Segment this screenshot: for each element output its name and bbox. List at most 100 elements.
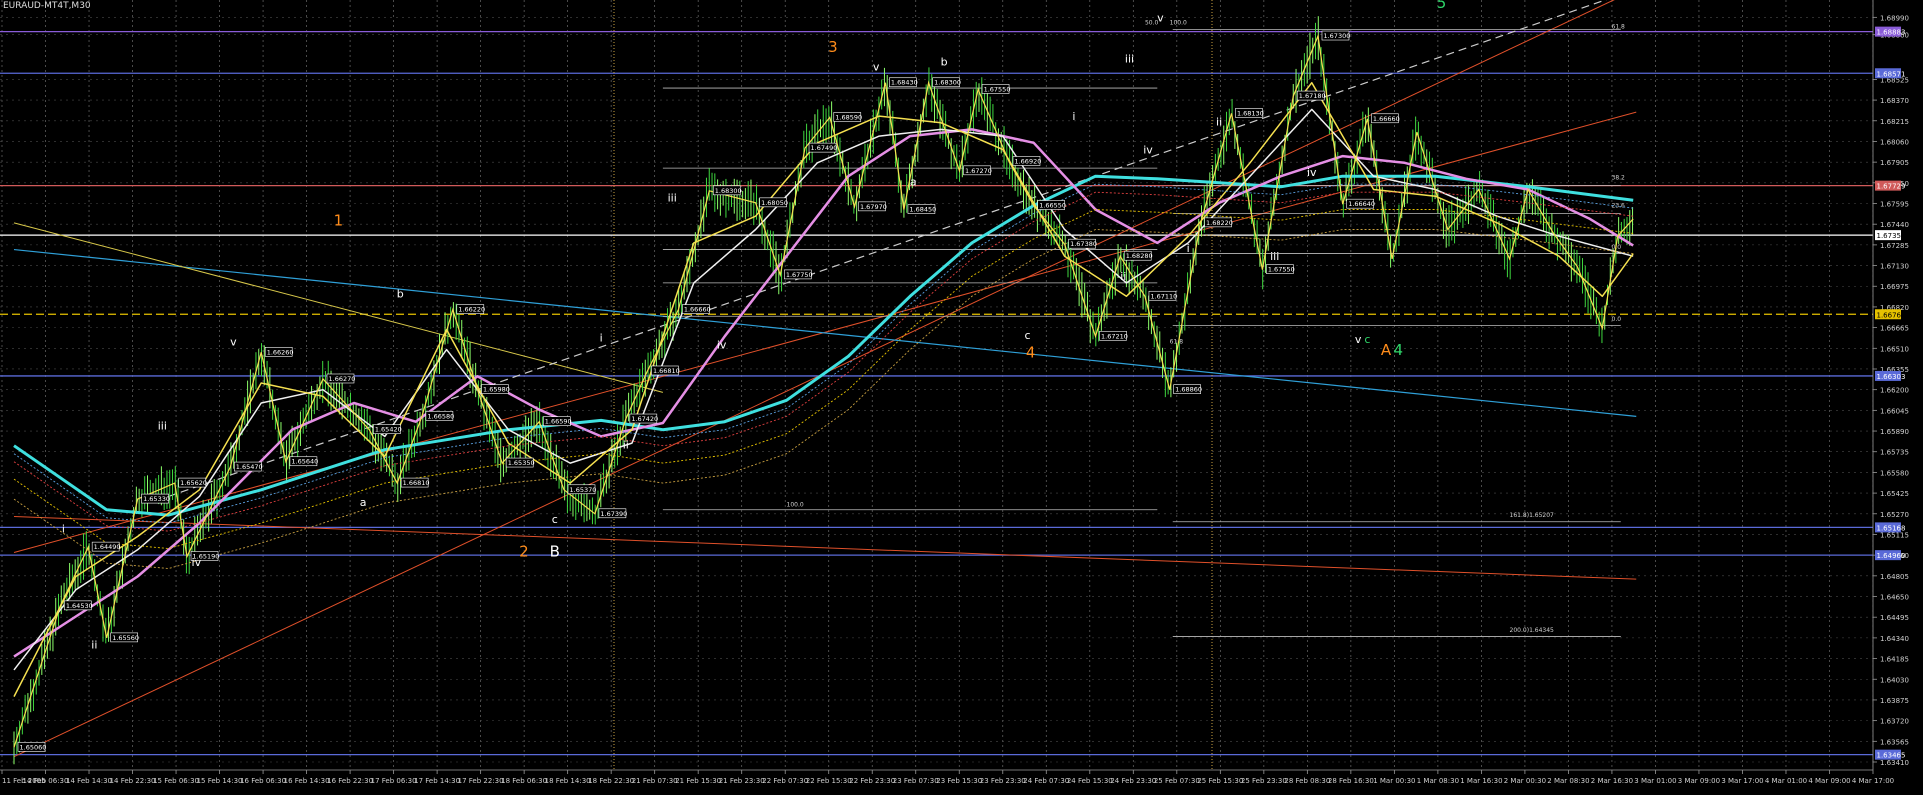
price-box-label: 1.65980 xyxy=(483,386,510,394)
wave-label: 5 xyxy=(1437,0,1447,12)
time-tick-label: 17 Feb 22:30 xyxy=(458,777,504,785)
time-tick-label: 16 Feb 14:30 xyxy=(284,777,330,785)
price-box-label: 1.67210 xyxy=(1101,332,1128,340)
price-tick-label: 1.64185 xyxy=(1880,656,1909,664)
price-box-label: 1.66260 xyxy=(267,348,294,356)
wave-label: c xyxy=(1024,329,1030,342)
wave-label: iii xyxy=(1125,53,1134,66)
price-tick-label: 1.63875 xyxy=(1880,697,1909,705)
price-tick-label: 1.68215 xyxy=(1880,118,1909,126)
time-tick-label: 28 Feb 08:30 xyxy=(1284,777,1330,785)
price-box: 1.64530 xyxy=(64,600,93,611)
price-box: 1.66550 xyxy=(1037,200,1066,210)
price-box-label: 1.67490 xyxy=(811,144,838,152)
price-tick-label: 1.68370 xyxy=(1880,97,1909,105)
price-box: 1.65620 xyxy=(178,477,207,488)
price-box: 1.68300 xyxy=(712,185,742,196)
price-box-label: 1.66590 xyxy=(545,418,572,426)
time-tick-label: 22 Feb 15:30 xyxy=(806,777,852,785)
price-box: 1.68590 xyxy=(833,112,862,122)
price-box: 1.67270 xyxy=(963,165,992,176)
time-axis: 11 Feb 200514 Feb 06:3014 Feb 14:3014 Fe… xyxy=(0,769,1923,795)
price-tick-label: 1.67595 xyxy=(1880,201,1909,209)
time-tick-label: 21 Feb 07:30 xyxy=(632,777,678,785)
price-box-label: 1.66550 xyxy=(1039,202,1066,210)
time-tick-label: 23 Feb 15:30 xyxy=(936,777,982,785)
wave-label: 5 xyxy=(1171,0,1181,4)
price-box-label: 1.65560 xyxy=(112,634,139,642)
price-box-label: 1.65330 xyxy=(143,495,170,503)
price-box-label: 1.68050 xyxy=(761,199,788,207)
price-box-label: 1.67550 xyxy=(984,85,1011,93)
price-box-label: 1.65420 xyxy=(375,426,402,434)
price-box: 1.65420 xyxy=(373,424,402,435)
time-tick-label: 2 Mar 08:30 xyxy=(1547,777,1589,785)
price-box: 1.67380 xyxy=(1068,238,1097,249)
wave-label: v xyxy=(873,61,880,74)
price-box-label: 1.67970 xyxy=(860,203,887,211)
price-badge-label: 1.64960 xyxy=(1877,552,1906,560)
price-tick-label: 1.65425 xyxy=(1880,490,1909,498)
wave-label: A xyxy=(1381,341,1392,359)
wave-label: ii xyxy=(1216,115,1222,128)
price-tick-label: 1.64340 xyxy=(1880,635,1909,643)
price-box-label: 1.66660 xyxy=(1373,115,1400,123)
time-tick-label: 1 Mar 08:30 xyxy=(1417,777,1459,785)
price-box: 1.68860 xyxy=(1173,384,1202,394)
price-box: 1.66810 xyxy=(400,477,430,488)
time-tick-label: 24 Feb 07:30 xyxy=(1023,777,1069,785)
price-tick-label: 1.67285 xyxy=(1880,242,1909,250)
time-tick-label: 4 Mar 09:00 xyxy=(1808,777,1850,785)
time-tick-label: 25 Feb 23:30 xyxy=(1241,777,1287,785)
wave-label: iv xyxy=(1143,143,1153,156)
time-tick-label: 2 Mar 16:30 xyxy=(1591,777,1633,785)
wave-label: 4 xyxy=(1026,344,1036,362)
price-box: 1.68220 xyxy=(1204,217,1233,228)
price-chart[interactable]: 100.061.850.038.223.60.00.061.8100.0161.… xyxy=(0,0,1923,795)
price-badge-label: 1.67358 xyxy=(1877,232,1906,240)
price-box-label: 1.67300 xyxy=(1323,32,1350,40)
price-box-label: 1.67550 xyxy=(1268,266,1295,274)
price-box: 1.67300 xyxy=(1321,30,1350,41)
wave-label: B xyxy=(550,542,560,560)
price-badge: 1.63465 xyxy=(1875,749,1905,760)
wave-label: iii xyxy=(668,192,677,205)
time-tick-label: 24 Feb 23:30 xyxy=(1110,777,1156,785)
price-tick-label: 1.66510 xyxy=(1880,345,1909,353)
price-box: 1.67180 xyxy=(1296,90,1326,101)
wave-label: ii xyxy=(91,639,97,652)
price-box: 1.67210 xyxy=(1099,330,1128,341)
time-tick-label: 25 Feb 15:30 xyxy=(1197,777,1243,785)
price-tick-label: 1.66975 xyxy=(1880,283,1909,291)
price-box: 1.68050 xyxy=(759,197,788,208)
price-box-label: 1.66270 xyxy=(329,375,356,383)
price-box: 1.68430 xyxy=(889,77,918,88)
price-tick-label: 1.67130 xyxy=(1880,263,1909,271)
price-box-label: 1.68430 xyxy=(891,79,918,87)
price-box: 1.65060 xyxy=(17,742,46,752)
wave-label: v xyxy=(230,336,237,349)
wave-label: i xyxy=(62,522,65,535)
wave-label: a xyxy=(360,496,367,509)
price-box-label: 1.67380 xyxy=(1070,240,1097,248)
price-badge-label: 1.68883 xyxy=(1877,29,1906,37)
time-tick-label: 4 Mar 17:00 xyxy=(1852,777,1894,785)
price-box-label: 1.65350 xyxy=(508,459,535,467)
time-tick-label: 14 Feb 06:30 xyxy=(23,777,69,785)
price-box-label: 1.65620 xyxy=(180,479,207,487)
time-tick-label: 14 Feb 22:30 xyxy=(110,777,156,785)
price-tick-label: 1.66665 xyxy=(1880,325,1909,333)
wave-label: b xyxy=(397,288,404,301)
price-badge: 1.68883 xyxy=(1875,26,1906,37)
price-badge-label: 1.66303 xyxy=(1877,373,1906,381)
wave-label: i xyxy=(1187,242,1190,255)
time-tick-label: 18 Feb 14:30 xyxy=(545,777,591,785)
wave-label: 3 xyxy=(828,38,838,56)
price-box: 1.65470 xyxy=(234,461,263,472)
price-tick-label: 1.67440 xyxy=(1880,221,1909,229)
wave-label: v xyxy=(1157,11,1164,24)
time-tick-label: 16 Feb 06:30 xyxy=(240,777,286,785)
wave-label: iv xyxy=(717,338,727,351)
wave-label: b xyxy=(941,55,948,68)
price-badge: 1.67729 xyxy=(1875,180,1905,191)
